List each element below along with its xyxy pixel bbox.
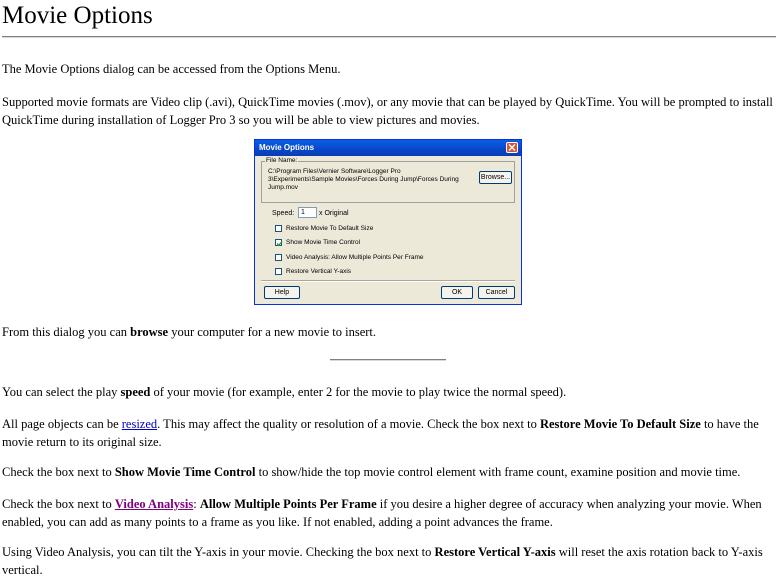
restore-default-size-label: Restore Movie To Default Size: [286, 225, 374, 233]
dialog-title-bar: Movie Options: [255, 140, 521, 156]
yaxis-bold: Restore Vertical Y-axis: [434, 545, 556, 559]
restore-default-size-checkbox-row[interactable]: Restore Movie To Default Size: [275, 225, 373, 232]
browse-bold: browse: [130, 325, 169, 339]
resize-line-2: movie return to its original size.: [2, 435, 162, 449]
ok-button[interactable]: OK: [441, 286, 473, 299]
video-analysis-paragraph: Check the box next to Video Analysis: Al…: [2, 495, 776, 531]
speed-pre: You can select the play: [2, 385, 121, 399]
dialog-title: Movie Options: [259, 143, 315, 152]
file-name-label: File Name:: [265, 157, 299, 164]
speed-bold: speed: [120, 385, 151, 399]
cancel-button[interactable]: Cancel: [478, 286, 515, 299]
speed-label: Speed:: [272, 210, 295, 217]
restore-default-size-checkbox[interactable]: [275, 225, 282, 232]
yaxis-pre: Using Video Analysis, you can tilt the Y…: [2, 545, 435, 559]
resize-bold: Restore Movie To Default Size: [539, 417, 701, 431]
resize-pre: All page objects can be: [2, 417, 122, 431]
formats-paragraph: Supported movie formats are Video clip (…: [2, 93, 776, 129]
browse-button[interactable]: Browse...: [479, 171, 512, 184]
formats-line-1: Supported movie formats are Video clip (…: [2, 95, 773, 109]
dialog-separator: [261, 280, 515, 282]
formats-line-2: QuickTime during installation of Logger …: [2, 113, 480, 127]
show-time-control-label: Show Movie Time Control: [286, 239, 361, 247]
timecontrol-pre: Check the box next to: [2, 465, 115, 479]
speed-paragraph: You can select the play speed of your mo…: [2, 383, 776, 401]
y-axis-paragraph: Using Video Analysis, you can tilt the Y…: [2, 543, 776, 579]
yaxis-line-2: vertical.: [2, 563, 43, 577]
videoanalysis-colon: :: [193, 497, 200, 511]
show-time-control-checkbox-row[interactable]: Show Movie Time Control: [275, 239, 361, 247]
show-time-control-checkbox[interactable]: [275, 239, 283, 247]
resize-mid: . This may affect the quality or resolut…: [157, 417, 540, 431]
video-analysis-checkbox-row[interactable]: Video Analysis: Allow Multiple Points Pe…: [275, 254, 424, 261]
restore-y-axis-checkbox[interactable]: [275, 268, 282, 275]
restore-y-axis-label: Restore Vertical Y-axis: [286, 268, 352, 276]
close-icon[interactable]: [506, 142, 518, 153]
resize-paragraph: All page objects can be resized. This ma…: [2, 415, 776, 451]
video-analysis-checkbox[interactable]: [275, 254, 282, 261]
browse-post: your computer for a new movie to insert.: [168, 325, 377, 339]
time-control-paragraph: Check the box next to Show Movie Time Co…: [2, 463, 776, 481]
videoanalysis-line-2: enabled, you can add as many points to a…: [2, 515, 553, 529]
movie-options-dialog: Movie Options File Name: C:\Program File…: [254, 139, 522, 305]
title-divider: [2, 36, 776, 38]
timecontrol-bold: Show Movie Time Control: [114, 465, 256, 479]
videoanalysis-bold: Allow Multiple Points Per Frame: [199, 497, 377, 511]
restore-y-axis-checkbox-row[interactable]: Restore Vertical Y-axis: [275, 268, 351, 275]
videoanalysis-pre: Check the box next to: [2, 497, 115, 511]
section-divider: [330, 359, 446, 361]
video-analysis-label: Video Analysis: Allow Multiple Points Pe…: [286, 254, 424, 262]
file-path: C:\Program Files\Vernier Software\Logger…: [268, 168, 476, 192]
browse-paragraph: From this dialog you can browse your com…: [2, 323, 776, 341]
intro-paragraph: The Movie Options dialog can be accessed…: [2, 62, 341, 76]
checkmark-icon: [276, 241, 283, 247]
resize-post: to have the: [700, 417, 759, 431]
videoanalysis-post: if you desire a higher degree of accurac…: [376, 497, 762, 511]
speed-post: of your movie (for example, enter 2 for …: [150, 385, 567, 399]
file-name-group: File Name: C:\Program Files\Vernier Soft…: [261, 157, 515, 203]
file-path-line-2: 3\Experiments\Sample Movies\Forces Durin…: [268, 176, 459, 183]
file-path-line-1: C:\Program Files\Vernier Software\Logger…: [268, 168, 401, 175]
help-button[interactable]: Help: [264, 286, 300, 299]
speed-input[interactable]: 1: [298, 207, 317, 218]
yaxis-post: will reset the axis rotation back to Y-a…: [555, 545, 763, 559]
video-analysis-link[interactable]: Video Analysis: [115, 497, 193, 511]
page-title: Movie Options: [2, 2, 153, 29]
browse-pre: From this dialog you can: [2, 325, 131, 339]
resized-link[interactable]: resized: [122, 417, 157, 431]
file-path-line-3: Jump.mov: [268, 184, 298, 191]
speed-unit-label: x Original: [319, 210, 349, 217]
timecontrol-post: to show/hide the top movie control eleme…: [255, 465, 741, 479]
